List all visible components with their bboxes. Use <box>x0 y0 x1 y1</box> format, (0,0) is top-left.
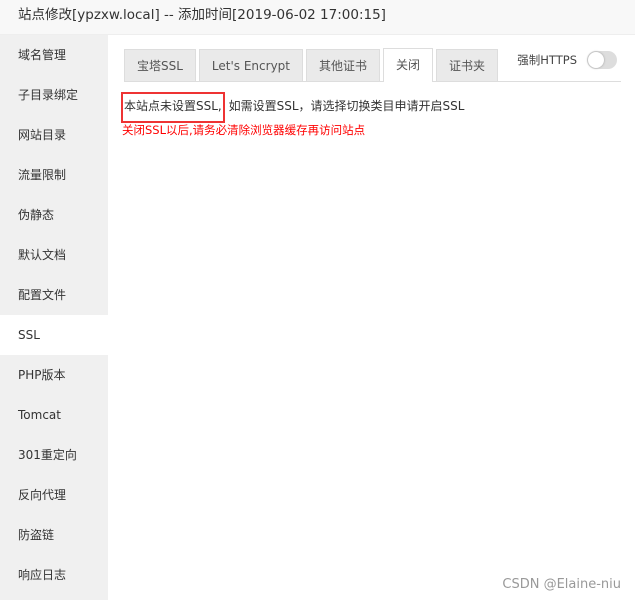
tab-3[interactable]: 关闭 <box>383 48 434 82</box>
sidebar-item-5[interactable]: 默认文档 <box>0 235 108 275</box>
sidebar-item-3[interactable]: 流量限制 <box>0 155 108 195</box>
tab-1[interactable]: Let's Encrypt <box>198 49 303 81</box>
warning-text: 关闭SSL以后,请务必清除浏览器缓存再访问站点 <box>122 123 366 137</box>
sidebar-item-0[interactable]: 域名管理 <box>0 35 108 75</box>
ssl-status-message: 本站点未设置SSL, 如需设置SSL，请选择切换类目申请开启SSL <box>121 92 621 123</box>
tab-2[interactable]: 其他证书 <box>306 49 381 81</box>
force-https: 强制HTTPS <box>517 51 617 69</box>
main-panel: 宝塔SSL Let's Encrypt 其他证书 关闭 证书夹 强制HTTPS 本站点未… <box>108 35 635 600</box>
force-https-toggle[interactable] <box>587 51 617 69</box>
tab-bar: 宝塔SSL Let's Encrypt 其他证书 关闭 证书夹 强制HTTPS <box>124 48 621 82</box>
force-https-label: 强制HTTPS <box>517 53 577 67</box>
window-title: 站点修改[ypzxw.local] -- 添加时间[2019-06-02 17:… <box>0 0 635 35</box>
status-instruction: 如需设置SSL，请选择切换类目申请开启SSL <box>228 99 465 113</box>
sidebar-item-12[interactable]: 防盗链 <box>0 515 108 555</box>
highlighted-status: 本站点未设置SSL, <box>121 92 225 123</box>
sidebar-item-6[interactable]: 配置文件 <box>0 275 108 315</box>
sidebar-item-1[interactable]: 子目录绑定 <box>0 75 108 115</box>
tab-0[interactable]: 宝塔SSL <box>124 49 196 81</box>
sidebar-item-4[interactable]: 伪静态 <box>0 195 108 235</box>
tab-4[interactable]: 证书夹 <box>436 49 499 81</box>
sidebar-item-10[interactable]: 301重定向 <box>0 435 108 475</box>
sidebar-item-8[interactable]: PHP版本 <box>0 355 108 395</box>
sidebar-item-13[interactable]: 响应日志 <box>0 555 108 595</box>
sidebar-item-11[interactable]: 反向代理 <box>0 475 108 515</box>
sidebar-item-9[interactable]: Tomcat <box>0 395 108 435</box>
watermark: CSDN @Elaine-niu <box>502 577 621 592</box>
sidebar-item-2[interactable]: 网站目录 <box>0 115 108 155</box>
sidebar: 域名管理 子目录绑定 网站目录 流量限制 伪静态 默认文档 配置文件 SSL PHP版本 Tomc… <box>0 35 108 600</box>
sidebar-item-7[interactable]: SSL <box>0 315 108 355</box>
